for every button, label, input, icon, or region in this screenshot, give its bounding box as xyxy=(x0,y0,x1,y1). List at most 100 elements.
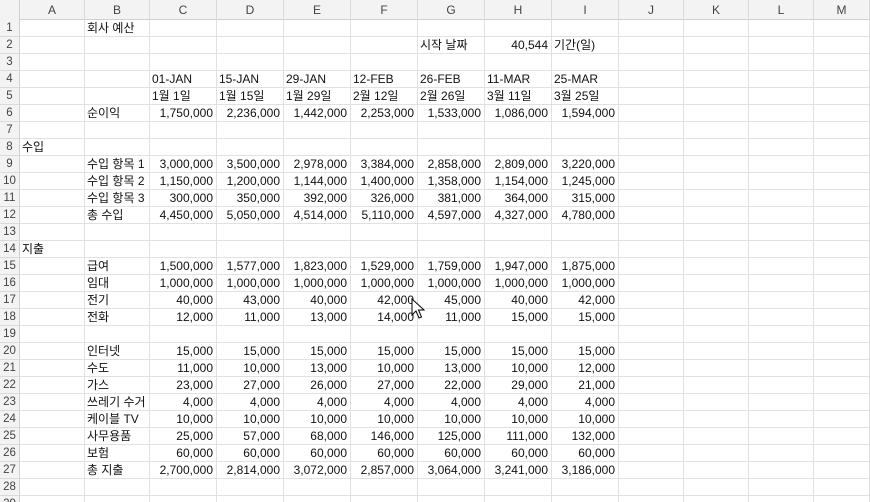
cell-a16[interactable] xyxy=(20,275,85,292)
cell-d9[interactable]: 3,500,000 xyxy=(217,156,284,173)
cell-f18[interactable]: 14,000 xyxy=(351,309,418,326)
cell-e21[interactable]: 13,000 xyxy=(284,360,351,377)
cell-h17[interactable]: 40,000 xyxy=(485,292,552,309)
cell-j9[interactable] xyxy=(619,156,684,173)
row-header[interactable]: 13 xyxy=(0,224,20,241)
cell-k1[interactable] xyxy=(684,20,749,37)
cell-i29[interactable] xyxy=(552,496,619,502)
cell-k3[interactable] xyxy=(684,54,749,71)
cell-e16[interactable]: 1,000,000 xyxy=(284,275,351,292)
cell-b9[interactable]: 수입 항목 1 xyxy=(85,156,150,173)
cell-a2[interactable] xyxy=(20,37,85,54)
cell-h24[interactable]: 10,000 xyxy=(485,411,552,428)
cell-f11[interactable]: 326,000 xyxy=(351,190,418,207)
cell-k12[interactable] xyxy=(684,207,749,224)
cell-k27[interactable] xyxy=(684,462,749,479)
cell-b6[interactable]: 순이익 xyxy=(85,105,150,122)
cell-a11[interactable] xyxy=(20,190,85,207)
cell-k2[interactable] xyxy=(684,37,749,54)
row-header[interactable]: 19 xyxy=(0,326,20,343)
cell-k15[interactable] xyxy=(684,258,749,275)
cell-e25[interactable]: 68,000 xyxy=(284,428,351,445)
cell-h23[interactable]: 4,000 xyxy=(485,394,552,411)
cell-a27[interactable] xyxy=(20,462,85,479)
cell-h1[interactable] xyxy=(485,20,552,37)
cell-a15[interactable] xyxy=(20,258,85,275)
cell-f23[interactable]: 4,000 xyxy=(351,394,418,411)
cell-e9[interactable]: 2,978,000 xyxy=(284,156,351,173)
cell-k18[interactable] xyxy=(684,309,749,326)
cell-i11[interactable]: 315,000 xyxy=(552,190,619,207)
cell-h14[interactable] xyxy=(485,241,552,258)
cell-g29[interactable] xyxy=(418,496,485,502)
cell-c6[interactable]: 1,750,000 xyxy=(150,105,217,122)
cell-h19[interactable] xyxy=(485,326,552,343)
cell-d6[interactable]: 2,236,000 xyxy=(217,105,284,122)
cell-c11[interactable]: 300,000 xyxy=(150,190,217,207)
cell-f28[interactable] xyxy=(351,479,418,496)
row-header[interactable]: 1 xyxy=(0,20,20,37)
cell-d25[interactable]: 57,000 xyxy=(217,428,284,445)
cell-k20[interactable] xyxy=(684,343,749,360)
row-header[interactable]: 24 xyxy=(0,411,20,428)
row-header[interactable]: 25 xyxy=(0,428,20,445)
cell-l3[interactable] xyxy=(749,54,814,71)
cell-m12[interactable] xyxy=(814,207,870,224)
cell-a24[interactable] xyxy=(20,411,85,428)
cell-b26[interactable]: 보험 xyxy=(85,445,150,462)
cell-d13[interactable] xyxy=(217,224,284,241)
cell-e5[interactable]: 1월 29일 xyxy=(284,88,351,105)
cell-i12[interactable]: 4,780,000 xyxy=(552,207,619,224)
cell-a23[interactable] xyxy=(20,394,85,411)
cell-a28[interactable] xyxy=(20,479,85,496)
cell-m24[interactable] xyxy=(814,411,870,428)
cell-j1[interactable] xyxy=(619,20,684,37)
cell-a10[interactable] xyxy=(20,173,85,190)
cell-d10[interactable]: 1,200,000 xyxy=(217,173,284,190)
cell-a1[interactable] xyxy=(20,20,85,37)
cell-l1[interactable] xyxy=(749,20,814,37)
cell-c9[interactable]: 3,000,000 xyxy=(150,156,217,173)
cell-b8[interactable] xyxy=(85,139,150,156)
cell-c1[interactable] xyxy=(150,20,217,37)
cell-b29[interactable] xyxy=(85,496,150,502)
cell-e17[interactable]: 40,000 xyxy=(284,292,351,309)
cell-a6[interactable] xyxy=(20,105,85,122)
row-header[interactable]: 29 xyxy=(0,496,20,502)
cell-b27[interactable]: 총 지출 xyxy=(85,462,150,479)
cell-f19[interactable] xyxy=(351,326,418,343)
cell-m23[interactable] xyxy=(814,394,870,411)
cell-e11[interactable]: 392,000 xyxy=(284,190,351,207)
cell-m18[interactable] xyxy=(814,309,870,326)
cell-c17[interactable]: 40,000 xyxy=(150,292,217,309)
cell-f26[interactable]: 60,000 xyxy=(351,445,418,462)
cell-c14[interactable] xyxy=(150,241,217,258)
cell-k8[interactable] xyxy=(684,139,749,156)
cell-i23[interactable]: 4,000 xyxy=(552,394,619,411)
cell-c7[interactable] xyxy=(150,122,217,139)
cell-d1[interactable] xyxy=(217,20,284,37)
cell-j7[interactable] xyxy=(619,122,684,139)
column-header-j[interactable]: J xyxy=(619,0,684,20)
cell-b15[interactable]: 급여 xyxy=(85,258,150,275)
cell-k22[interactable] xyxy=(684,377,749,394)
row-header[interactable]: 11 xyxy=(0,190,20,207)
cell-h6[interactable]: 1,086,000 xyxy=(485,105,552,122)
cell-h27[interactable]: 3,241,000 xyxy=(485,462,552,479)
cell-i22[interactable]: 21,000 xyxy=(552,377,619,394)
cell-e2[interactable] xyxy=(284,37,351,54)
cell-b2[interactable] xyxy=(85,37,150,54)
cell-d5[interactable]: 1월 15일 xyxy=(217,88,284,105)
cell-i18[interactable]: 15,000 xyxy=(552,309,619,326)
cell-a4[interactable] xyxy=(20,71,85,88)
cell-g5[interactable]: 2월 26일 xyxy=(418,88,485,105)
cell-c12[interactable]: 4,450,000 xyxy=(150,207,217,224)
cell-i8[interactable] xyxy=(552,139,619,156)
cell-h29[interactable] xyxy=(485,496,552,502)
cell-j26[interactable] xyxy=(619,445,684,462)
cell-f25[interactable]: 146,000 xyxy=(351,428,418,445)
cell-l16[interactable] xyxy=(749,275,814,292)
cell-i13[interactable] xyxy=(552,224,619,241)
cell-l5[interactable] xyxy=(749,88,814,105)
cell-d3[interactable] xyxy=(217,54,284,71)
